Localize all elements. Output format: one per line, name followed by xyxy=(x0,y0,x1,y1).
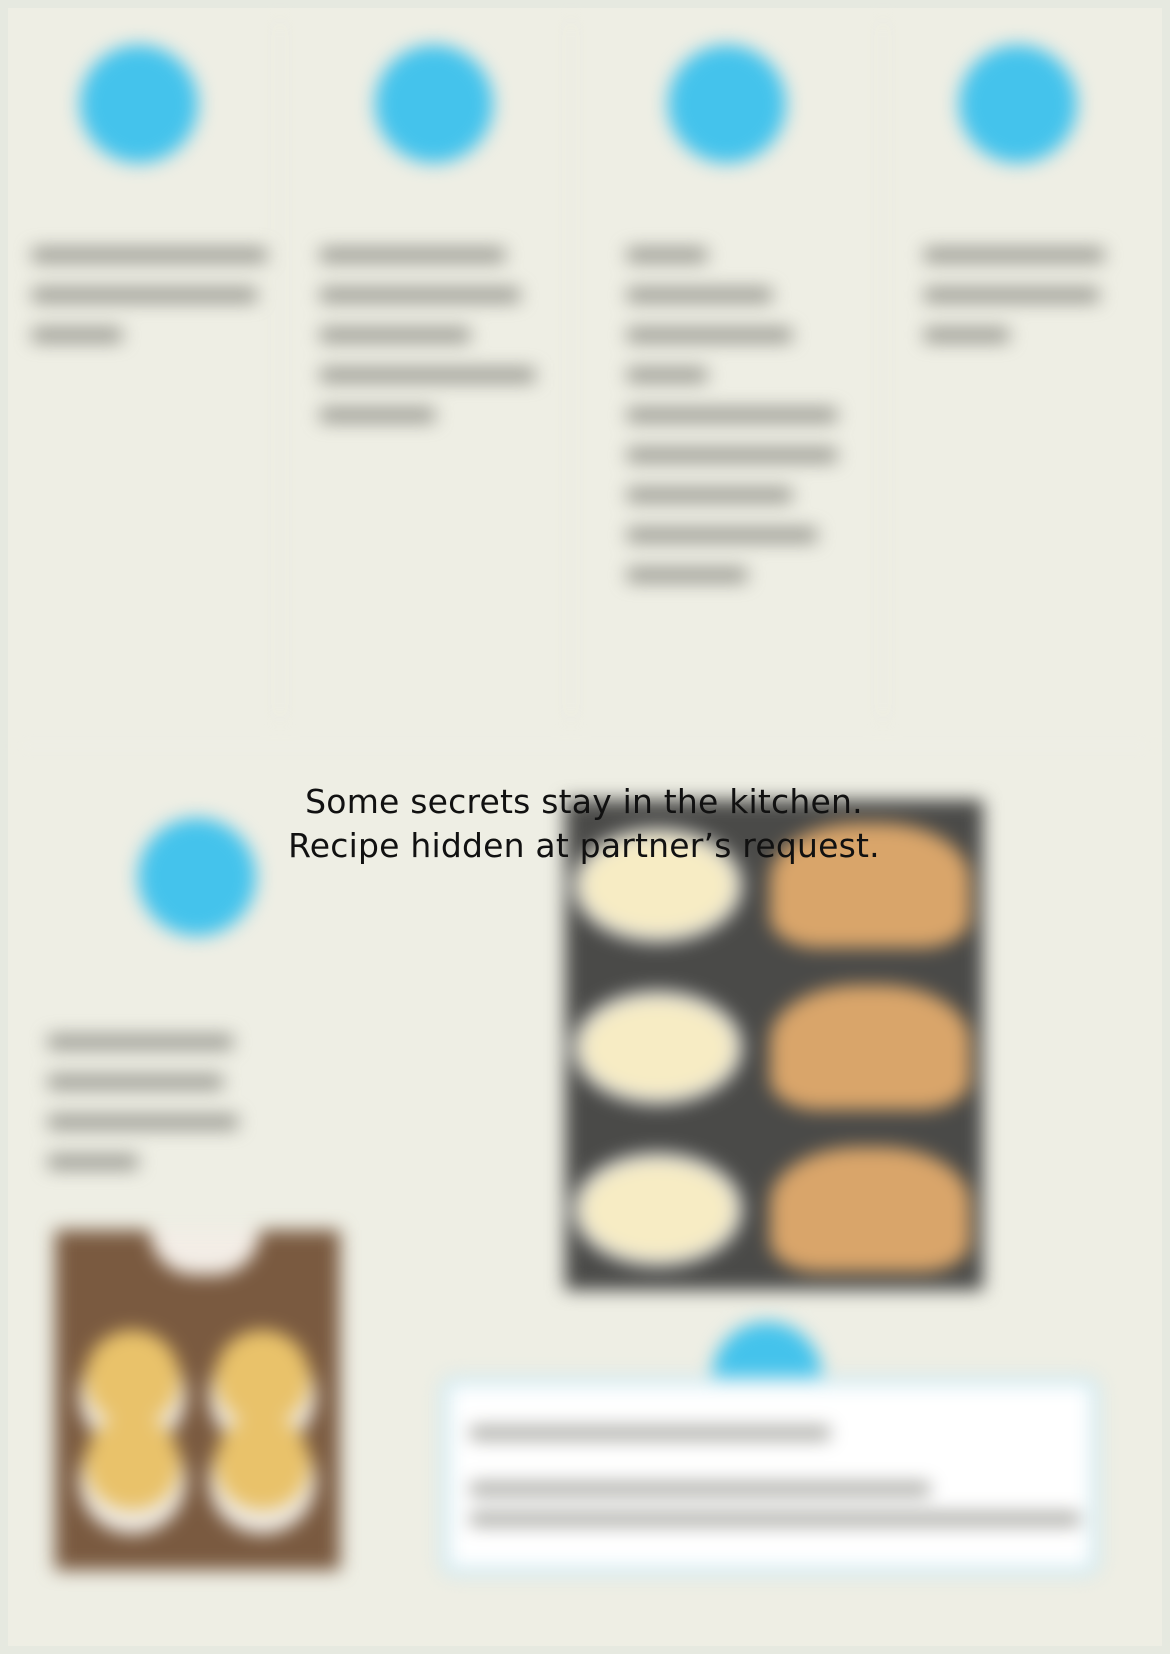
muffin-shape xyxy=(85,1330,180,1425)
process-photo-row xyxy=(565,970,983,1125)
step-column-4 xyxy=(884,20,1156,720)
muffins-photo xyxy=(55,1230,340,1570)
process-photo-row xyxy=(565,1132,983,1287)
bowl-shape xyxy=(150,1230,260,1275)
plate-shape xyxy=(583,1162,733,1257)
step-text xyxy=(48,1035,248,1195)
step-number-circle xyxy=(959,45,1077,163)
step-column-1 xyxy=(14,20,281,720)
step-text xyxy=(320,248,540,448)
muffin-shape xyxy=(85,1415,180,1510)
hidden-recipe-message: Some secrets stay in the kitchen. Recipe… xyxy=(0,780,1170,868)
muffin-shape xyxy=(215,1330,310,1425)
muffin-shape xyxy=(215,1415,310,1510)
step-number-circle xyxy=(80,45,198,163)
plate-shape xyxy=(583,1000,733,1095)
step-column-3 xyxy=(572,20,884,720)
process-photos xyxy=(565,800,983,1290)
step-text xyxy=(924,248,1124,368)
step-column-2 xyxy=(280,20,572,720)
step-number-circle xyxy=(668,45,786,163)
bread-shape xyxy=(770,1147,970,1272)
step-text xyxy=(627,248,847,608)
row-divider xyxy=(14,745,1154,747)
overlay-line-1: Some secrets stay in the kitchen. xyxy=(305,782,863,821)
overlay-line-2: Recipe hidden at partner’s request. xyxy=(288,826,880,865)
step-text xyxy=(32,248,267,368)
tip-tab xyxy=(712,1322,822,1377)
tip-box xyxy=(440,1376,1100,1576)
step-number-circle xyxy=(375,45,493,163)
bread-shape xyxy=(770,985,970,1110)
